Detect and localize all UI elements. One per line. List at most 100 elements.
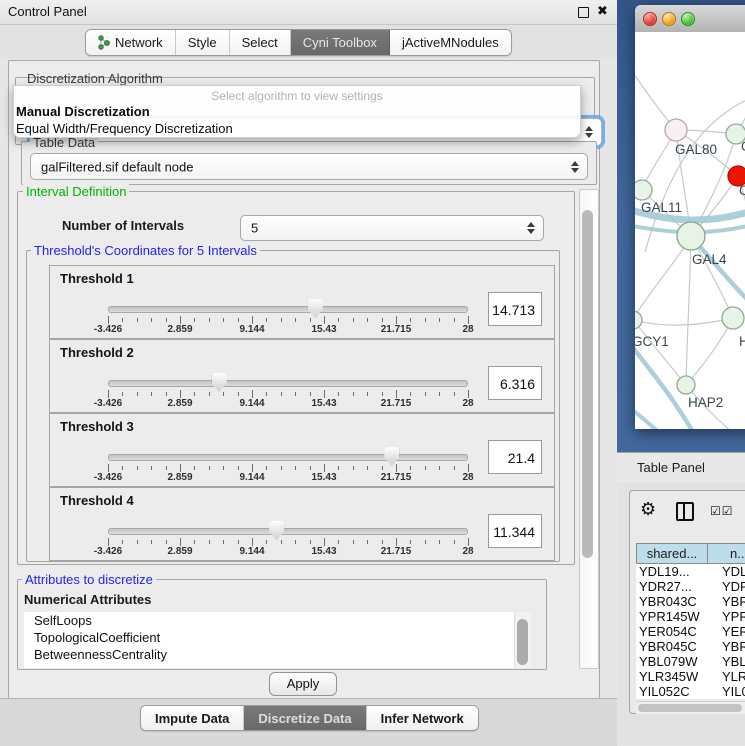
tab-impute-data[interactable]: Impute Data bbox=[141, 706, 244, 730]
table-cell: YER054C bbox=[636, 624, 710, 639]
table-toolbar: ⚙ ☑☑ bbox=[630, 491, 745, 535]
attribute-list-item[interactable]: BetweennessCentrality bbox=[24, 646, 514, 663]
numerical-attributes-list[interactable]: SelfLoopsTopologicalCoefficientBetweenne… bbox=[24, 612, 514, 668]
attributes-scrollbar-thumb[interactable] bbox=[517, 619, 528, 665]
network-window-titlebar[interactable] bbox=[635, 5, 745, 33]
threshold-4-panel: Threshold 4 -3.4262.8599.14415.4321.7152… bbox=[49, 487, 555, 561]
threshold-4-value[interactable]: 11.344 bbox=[488, 514, 542, 548]
network-graph: GAL80 GA C GAL11 GAL4 GCY1 H HAP2 bbox=[635, 32, 745, 429]
apply-button[interactable]: Apply bbox=[269, 672, 337, 696]
combo-stepper-icon bbox=[571, 161, 579, 173]
discretization-algorithm-label: Discretization Algorithm bbox=[24, 71, 166, 86]
select-columns-icons[interactable]: ☑☑ bbox=[710, 504, 734, 518]
settings-scrollbar[interactable] bbox=[579, 189, 599, 669]
slider-track[interactable] bbox=[108, 454, 468, 461]
node-gal11[interactable] bbox=[635, 180, 652, 200]
tab-jactivemnodules[interactable]: jActiveMNodules bbox=[390, 30, 511, 55]
table-cell: YDL19... bbox=[636, 564, 710, 579]
node-gal4[interactable] bbox=[677, 222, 705, 250]
attribute-list-item[interactable]: TopologicalCoefficient bbox=[24, 629, 514, 646]
numerical-attributes-label: Numerical Attributes bbox=[24, 592, 151, 607]
settings-scrollbar-thumb[interactable] bbox=[582, 210, 593, 558]
table-row[interactable]: YBR043CYBR0 bbox=[636, 594, 745, 609]
float-window-icon[interactable] bbox=[578, 7, 589, 18]
interval-definition-group: Interval Definition Number of Intervals … bbox=[17, 191, 575, 565]
table-panel-inner: ⚙ ☑☑ shared... n... YDL19...YDL1YDR27...… bbox=[629, 490, 745, 714]
threshold-3-panel: Threshold 3 -3.4262.8599.14415.4321.7152… bbox=[49, 413, 555, 487]
tab-select-label: Select bbox=[242, 35, 278, 50]
column-header-name[interactable]: n... bbox=[708, 544, 745, 563]
column-layout-icon[interactable] bbox=[676, 502, 694, 521]
table-cell: YLR345W bbox=[636, 669, 710, 684]
tab-infer-network[interactable]: Infer Network bbox=[367, 706, 478, 730]
table-data-combobox[interactable]: galFiltered.sif default node bbox=[30, 153, 588, 180]
algorithm-dropdown-popup: Select algorithm to view settings Manual… bbox=[13, 85, 581, 138]
table-cell: YBR045C bbox=[636, 639, 710, 654]
node-gal80[interactable] bbox=[665, 119, 687, 141]
column-header-shared[interactable]: shared... bbox=[637, 544, 708, 563]
desktop-right-panel: GAL80 GA C GAL11 GAL4 GCY1 H HAP2 Table … bbox=[617, 0, 745, 745]
table-row[interactable]: YIL052CYIL0 bbox=[636, 684, 745, 699]
tab-network[interactable]: Network bbox=[86, 30, 176, 55]
number-of-intervals-combobox[interactable]: 5 bbox=[240, 215, 544, 241]
zoom-traffic-light-icon[interactable] bbox=[681, 12, 695, 26]
table-row[interactable]: YLR345WYLR3 bbox=[636, 669, 745, 684]
threshold-1-value[interactable]: 14.713 bbox=[488, 292, 542, 326]
network-view-window[interactable]: GAL80 GA C GAL11 GAL4 GCY1 H HAP2 bbox=[635, 5, 745, 429]
dropdown-option-manual[interactable]: Manual Discretization bbox=[14, 103, 580, 120]
threshold-3-value[interactable]: 21.4 bbox=[488, 440, 542, 474]
close-icon[interactable]: ✖ bbox=[597, 3, 608, 19]
slider-ticks bbox=[108, 538, 468, 546]
tab-network-label: Network bbox=[115, 35, 163, 50]
threshold-1-slider[interactable]: -3.4262.8599.14415.4321.71528 bbox=[108, 304, 468, 336]
table-panel-titlebar[interactable]: Table Panel bbox=[617, 452, 745, 484]
tab-style[interactable]: Style bbox=[176, 30, 230, 55]
combo-stepper-icon bbox=[527, 222, 535, 234]
table-panel-body: ⚙ ☑☑ shared... n... YDL19...YDL1YDR27...… bbox=[617, 483, 745, 745]
node-label-h: H bbox=[739, 334, 745, 349]
slider-track[interactable] bbox=[108, 306, 468, 313]
slider-ticks bbox=[108, 316, 468, 324]
threshold-2-value[interactable]: 6.316 bbox=[488, 366, 542, 400]
tab-cyni-toolbox[interactable]: Cyni Toolbox bbox=[291, 30, 390, 55]
tab-select[interactable]: Select bbox=[230, 30, 291, 55]
table-hscrollbar[interactable] bbox=[636, 701, 745, 714]
node-h[interactable] bbox=[722, 307, 744, 329]
table-cell: YIL0 bbox=[710, 684, 745, 699]
table-hscrollbar-thumb[interactable] bbox=[638, 704, 742, 712]
threshold-2-slider[interactable]: -3.4262.8599.14415.4321.71528 bbox=[108, 378, 468, 410]
minimize-traffic-light-icon[interactable] bbox=[662, 12, 676, 26]
table-row[interactable]: YBL079WYBL0 bbox=[636, 654, 745, 669]
network-canvas[interactable]: GAL80 GA C GAL11 GAL4 GCY1 H HAP2 bbox=[635, 32, 745, 429]
threshold-4-slider[interactable]: -3.4262.8599.14415.4321.71528 bbox=[108, 526, 468, 558]
control-panel-titlebar[interactable]: Control Panel ✖ bbox=[0, 0, 617, 25]
table-panel-title: Table Panel bbox=[637, 460, 705, 475]
node-gcy1[interactable] bbox=[635, 311, 642, 329]
table-body: YDL19...YDL1YDR27...YDR2YBR043CYBR0YPR14… bbox=[636, 564, 745, 699]
node-label-ga: GA bbox=[741, 139, 745, 154]
dropdown-option-equal-width[interactable]: Equal Width/Frequency Discretization bbox=[14, 120, 580, 137]
dropdown-hint: Select algorithm to view settings bbox=[14, 86, 580, 103]
threshold-3-slider[interactable]: -3.4262.8599.14415.4321.71528 bbox=[108, 452, 468, 484]
screen: Control Panel ✖ Network Style bbox=[0, 0, 745, 745]
gear-icon[interactable]: ⚙ bbox=[640, 500, 656, 518]
top-tabbar: Network Style Select Cyni Toolbox jActiv… bbox=[0, 25, 617, 59]
table-data-group: Table Data galFiltered.sif default node bbox=[21, 141, 597, 185]
bottom-tab-strip: Impute Data Discretize Data Infer Networ… bbox=[0, 698, 617, 746]
table-row[interactable]: YDR27...YDR2 bbox=[636, 579, 745, 594]
close-traffic-light-icon[interactable] bbox=[643, 12, 657, 26]
slider-track[interactable] bbox=[108, 528, 468, 535]
slider-ticks bbox=[108, 390, 468, 398]
node-hap2[interactable] bbox=[677, 376, 695, 394]
table-cell: YDL1 bbox=[710, 564, 745, 579]
table-row[interactable]: YBR045CYBR0 bbox=[636, 639, 745, 654]
thresholds-group-label: Threshold's Coordinates for 5 Intervals bbox=[31, 243, 260, 258]
tab-discretize-data[interactable]: Discretize Data bbox=[244, 706, 366, 730]
table-row[interactable]: YDL19...YDL1 bbox=[636, 564, 745, 579]
slider-track[interactable] bbox=[108, 380, 468, 387]
attribute-list-item[interactable]: SelfLoops bbox=[24, 612, 514, 629]
table-row[interactable]: YER054CYER0 bbox=[636, 624, 745, 639]
table-row[interactable]: YPR145WYPR1 bbox=[636, 609, 745, 624]
attributes-scrollbar[interactable] bbox=[514, 612, 531, 668]
table-cell: YLR3 bbox=[710, 669, 745, 684]
